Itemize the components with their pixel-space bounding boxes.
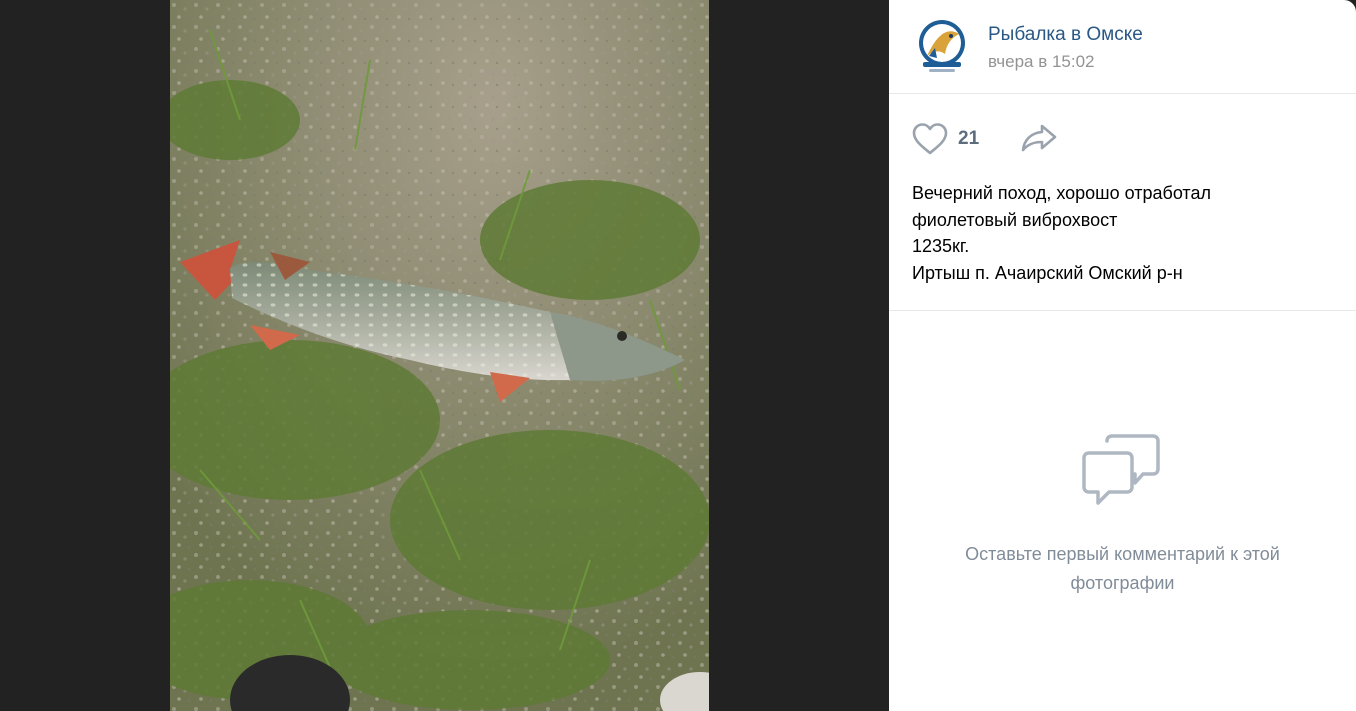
- speech-bubbles-icon: [1082, 434, 1160, 505]
- description-line: фиолетовый виброхвост: [912, 209, 1118, 230]
- like-button[interactable]: 21: [911, 121, 979, 157]
- description-line: 1235кг.: [912, 236, 970, 256]
- description-line: Вечерний поход, хорошо отработал: [912, 183, 1211, 203]
- photo-area[interactable]: [0, 0, 889, 711]
- like-count: 21: [958, 128, 980, 149]
- post-description: Вечерний поход, хорошо отработал фиолето…: [912, 180, 1342, 286]
- share-arrow-icon: [1021, 124, 1057, 152]
- photo-viewer: Рыбалка в Омске вчера в 15:02 21 Вечерни…: [0, 0, 1356, 711]
- community-avatar[interactable]: [917, 18, 967, 76]
- post-time[interactable]: вчера в 15:02: [988, 51, 1095, 73]
- post-actions: 21: [889, 94, 1356, 180]
- post-header: Рыбалка в Омске вчера в 15:02: [889, 0, 1356, 94]
- description-line: Иртыш п. Ачаирский Омский р-н: [912, 262, 1183, 283]
- post-photo[interactable]: [170, 0, 709, 711]
- empty-comments-text: Оставьте первый комментарий к этой фотог…: [965, 544, 1280, 593]
- community-name-link[interactable]: Рыбалка в Омске: [988, 23, 1143, 47]
- pike-fish-photo: [170, 0, 709, 711]
- heart-outline-icon: [912, 123, 948, 155]
- share-button[interactable]: [1020, 123, 1058, 153]
- photo-sidebar: Рыбалка в Омске вчера в 15:02 21 Вечерни…: [889, 0, 1356, 711]
- comments-empty-state: Оставьте первый комментарий к этой фотог…: [889, 311, 1356, 711]
- fishing-logo-icon: [919, 20, 965, 72]
